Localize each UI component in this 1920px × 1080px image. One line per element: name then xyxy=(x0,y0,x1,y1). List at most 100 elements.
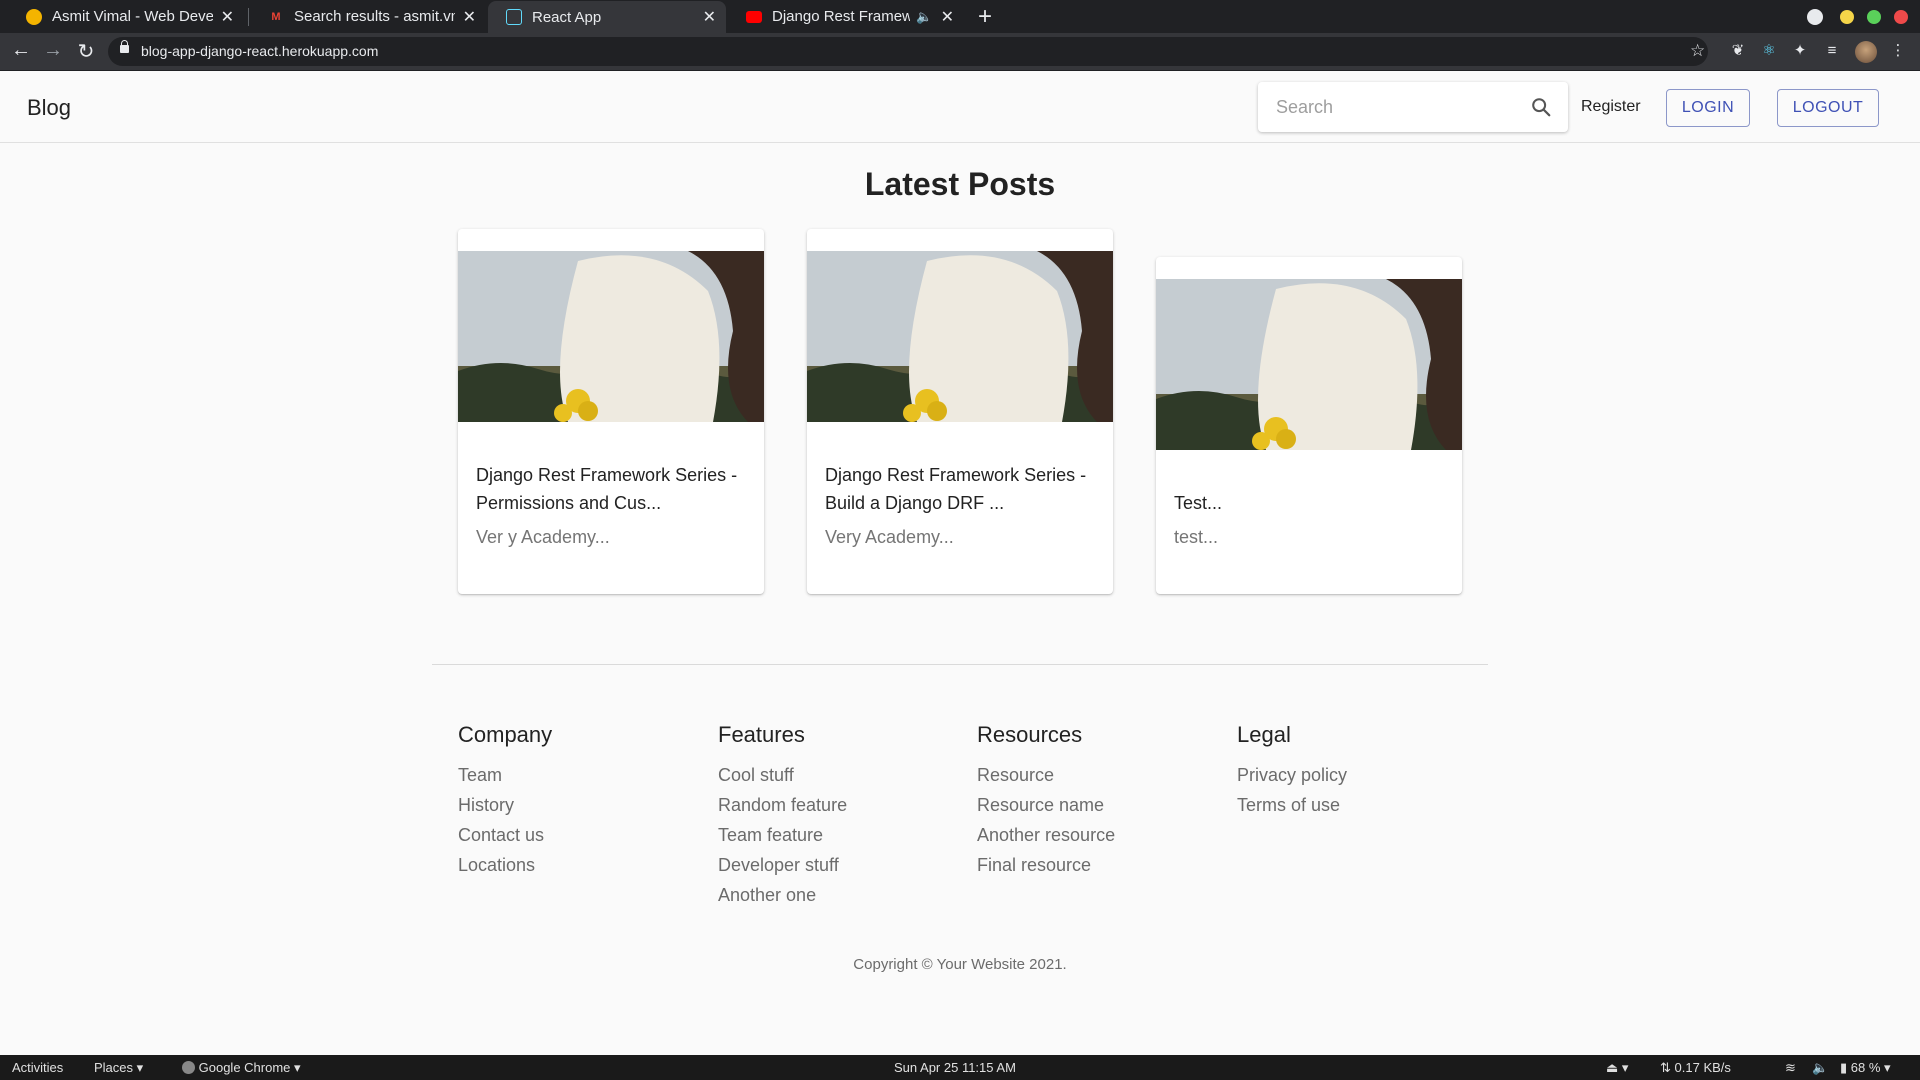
footer-link[interactable]: Another resource xyxy=(977,820,1115,850)
battery-icon: ▮ xyxy=(1840,1060,1848,1075)
search-input[interactable] xyxy=(1276,94,1516,120)
post-image xyxy=(458,251,764,422)
page-title: Latest Posts xyxy=(864,166,1056,202)
transfer-arrows-icon: ⇅ xyxy=(1660,1060,1671,1075)
minimize-icon[interactable] xyxy=(1840,10,1854,24)
places-label: Places xyxy=(94,1060,134,1075)
footer-link[interactable]: Another one xyxy=(718,880,847,910)
address-bar[interactable]: blog-app-django-react.herokuapp.com ☆ xyxy=(108,37,1708,66)
tab-react-app[interactable]: React App ✕ xyxy=(488,1,726,33)
tab-gmail[interactable]: M Search results - asmit.vml ✕ xyxy=(250,0,486,33)
post-image xyxy=(807,251,1113,422)
new-tab-button[interactable]: + xyxy=(978,3,992,31)
eject-icon[interactable]: ⏏ ▾ xyxy=(1606,1060,1628,1076)
volume-icon[interactable]: 🔈 xyxy=(1812,1060,1828,1076)
footer-link[interactable]: Final resource xyxy=(977,850,1115,880)
clock[interactable]: Sun Apr 25 11:15 AM xyxy=(894,1060,1016,1075)
post-title[interactable]: Django Rest Framework Series - Permissio… xyxy=(476,461,748,517)
forward-arrow-icon[interactable]: → xyxy=(41,39,65,62)
footer-link[interactable]: Team feature xyxy=(718,820,847,850)
places-menu[interactable]: Places ▾ xyxy=(94,1060,143,1076)
post-card[interactable]: Test... test... xyxy=(1156,257,1462,594)
footer-heading: Legal xyxy=(1237,722,1291,747)
desktop-taskbar: Activities Places ▾ Google Chrome ▾ Sun … xyxy=(0,1055,1920,1080)
post-excerpt: Very Academy... xyxy=(825,527,954,547)
youtube-icon xyxy=(746,10,762,23)
login-button[interactable]: LOGIN xyxy=(1666,89,1750,127)
footer-link[interactable]: Developer stuff xyxy=(718,850,847,880)
chevron-down-icon: ▾ xyxy=(136,1060,144,1075)
footer-link[interactable]: Cool stuff xyxy=(718,760,847,790)
react-icon xyxy=(506,9,522,25)
extensions-puzzle-icon[interactable]: ✦ xyxy=(1791,42,1809,60)
gmail-icon: M xyxy=(271,10,281,23)
tab-asmit[interactable]: Asmit Vimal - Web Develo ✕ xyxy=(8,0,244,33)
footer-link[interactable]: Resource xyxy=(977,760,1115,790)
register-link[interactable]: Register xyxy=(1581,98,1641,116)
menu-dots-icon[interactable]: ⋮ xyxy=(1889,42,1907,60)
footer-link[interactable]: Locations xyxy=(458,850,552,880)
url-text[interactable]: blog-app-django-react.herokuapp.com xyxy=(141,43,378,59)
chevron-down-icon: ▾ xyxy=(294,1060,301,1075)
footer-link[interactable]: Team xyxy=(458,760,552,790)
footer-link[interactable]: Privacy policy xyxy=(1237,760,1347,790)
chrome-icon xyxy=(182,1061,195,1074)
search-bar[interactable] xyxy=(1258,82,1568,132)
app-menu-label: Google Chrome xyxy=(198,1060,291,1075)
tab-search-icon[interactable] xyxy=(1807,9,1823,25)
network-speed-text: 0.17 KB/s xyxy=(1674,1060,1731,1075)
copyright-text: Copyright © Your Website 2021. xyxy=(853,956,1067,973)
footer-heading: Company xyxy=(458,722,553,747)
extension-icon[interactable]: ❦ xyxy=(1729,42,1747,60)
close-icon[interactable]: ✕ xyxy=(463,7,476,27)
lock-icon xyxy=(120,40,129,53)
reload-icon[interactable]: ↻ xyxy=(74,39,98,64)
tab-title: Search results - asmit.vml xyxy=(294,8,455,25)
site-favicon-icon xyxy=(26,8,42,25)
logout-button[interactable]: LOGOUT xyxy=(1777,89,1879,127)
tab-youtube[interactable]: Django Rest Framewo 🔈 ✕ xyxy=(728,0,964,33)
close-icon[interactable]: ✕ xyxy=(703,7,716,27)
media-queue-icon[interactable]: ≡ xyxy=(1823,42,1841,60)
footer-link[interactable]: Contact us xyxy=(458,820,552,850)
post-card[interactable]: Django Rest Framework Series - Build a D… xyxy=(807,229,1113,594)
post-title[interactable]: Test... xyxy=(1174,489,1446,517)
network-speed-indicator[interactable]: ⇅ 0.17 KB/s xyxy=(1660,1060,1731,1076)
activities-button[interactable]: Activities xyxy=(12,1060,63,1075)
footer-link[interactable]: Random feature xyxy=(718,790,847,820)
search-icon[interactable] xyxy=(1530,96,1552,118)
close-icon[interactable]: ✕ xyxy=(941,7,954,27)
footer-column-resources: Resources Resource Resource name Another… xyxy=(977,722,1115,880)
post-excerpt: Ver y Academy... xyxy=(476,527,610,547)
brand-title[interactable]: Blog xyxy=(27,95,71,121)
footer-link[interactable]: History xyxy=(458,790,552,820)
wifi-icon[interactable]: ≋ xyxy=(1785,1060,1796,1076)
post-excerpt: test... xyxy=(1174,527,1219,547)
browser-toolbar: ← → ↻ blog-app-django-react.herokuapp.co… xyxy=(0,33,1920,71)
footer-column-company: Company Team History Contact us Location… xyxy=(458,722,552,880)
tab-title: Django Rest Framewo xyxy=(772,8,911,25)
app-header: Blog Register LOGIN LOGOUT xyxy=(0,71,1920,143)
react-devtools-icon[interactable]: ⚛ xyxy=(1760,42,1778,60)
post-image xyxy=(1156,279,1462,450)
footer-column-legal: Legal Privacy policy Terms of use xyxy=(1237,722,1347,820)
app-menu[interactable]: Google Chrome ▾ xyxy=(182,1060,301,1076)
close-icon[interactable]: ✕ xyxy=(221,7,234,27)
tab-title: Asmit Vimal - Web Develo xyxy=(52,8,213,25)
footer-link[interactable]: Terms of use xyxy=(1237,790,1347,820)
footer-link[interactable]: Resource name xyxy=(977,790,1115,820)
footer-divider xyxy=(432,664,1488,665)
back-arrow-icon[interactable]: ← xyxy=(9,39,33,62)
bookmark-star-icon[interactable]: ☆ xyxy=(1690,41,1705,61)
tab-separator xyxy=(248,8,249,26)
profile-avatar[interactable] xyxy=(1855,41,1877,63)
close-window-icon[interactable] xyxy=(1894,10,1908,24)
tab-title: React App xyxy=(532,8,602,26)
maximize-icon[interactable] xyxy=(1867,10,1881,24)
post-title[interactable]: Django Rest Framework Series - Build a D… xyxy=(825,461,1097,517)
chevron-down-icon: ▾ xyxy=(1884,1060,1891,1075)
battery-indicator[interactable]: ▮ 68 % ▾ xyxy=(1840,1060,1891,1076)
audio-playing-icon[interactable]: 🔈 xyxy=(916,9,932,25)
battery-percent: 68 % xyxy=(1850,1060,1881,1075)
post-card[interactable]: Django Rest Framework Series - Permissio… xyxy=(458,229,764,594)
